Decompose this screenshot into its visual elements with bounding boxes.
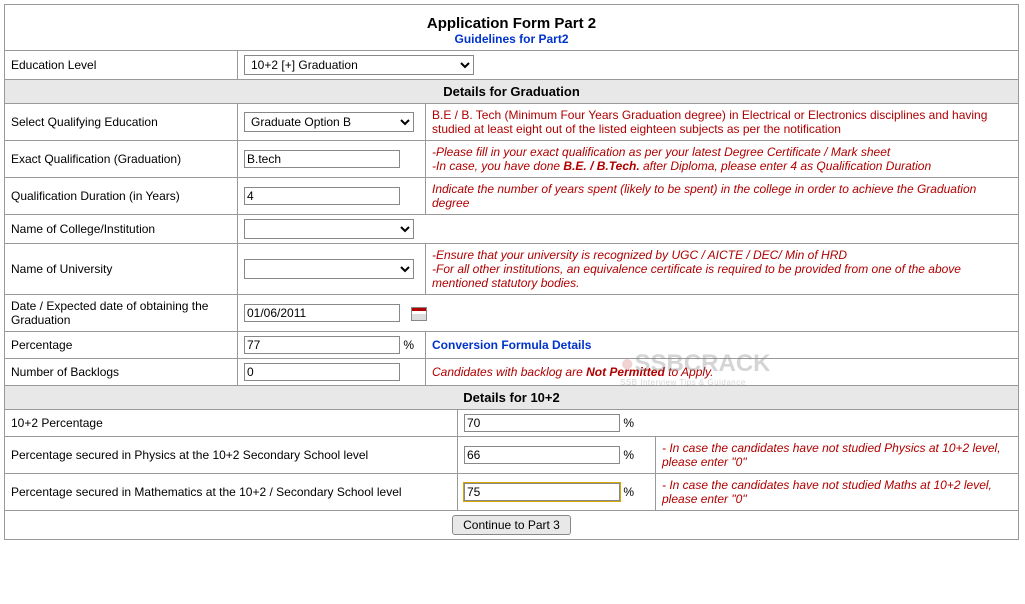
university-select[interactable]: [244, 259, 414, 279]
tenplus2-section-header: Details for 10+2: [5, 386, 1019, 410]
exact-qualification-hint: -Please fill in your exact qualification…: [426, 141, 1019, 178]
maths-percentage-suffix: %: [623, 485, 634, 499]
qualification-duration-input[interactable]: [244, 187, 400, 205]
college-select[interactable]: [244, 219, 414, 239]
qualification-duration-label: Qualification Duration (in Years): [5, 178, 238, 215]
calendar-icon[interactable]: [411, 307, 427, 321]
tenplus2-percentage-input[interactable]: [464, 414, 620, 432]
maths-hint: - In case the candidates have not studie…: [656, 474, 1019, 510]
physics-hint: - In case the candidates have not studie…: [656, 437, 1019, 473]
graduation-date-label: Date / Expected date of obtaining the Gr…: [5, 295, 238, 332]
guidelines-link[interactable]: Guidelines for Part2: [454, 32, 568, 46]
percentage-input[interactable]: [244, 336, 400, 354]
maths-percentage-label: Percentage secured in Mathematics at the…: [5, 474, 458, 510]
tenplus2-percentage-suffix: %: [623, 416, 634, 430]
percentage-label: Percentage: [5, 332, 238, 359]
backlogs-hint: Candidates with backlog are Not Permitte…: [426, 359, 1019, 386]
qualifying-education-select[interactable]: Graduate Option B: [244, 112, 414, 132]
continue-button[interactable]: Continue to Part 3: [452, 515, 571, 535]
graduation-date-input[interactable]: [244, 304, 400, 322]
education-level-label: Education Level: [5, 51, 238, 80]
university-label: Name of University: [5, 244, 238, 295]
graduation-section-header: Details for Graduation: [5, 80, 1019, 104]
physics-percentage-suffix: %: [623, 448, 634, 462]
physics-percentage-label: Percentage secured in Physics at the 10+…: [5, 437, 458, 473]
education-level-select[interactable]: 10+2 [+] Graduation: [244, 55, 474, 75]
backlogs-input[interactable]: [244, 363, 400, 381]
college-label: Name of College/Institution: [5, 215, 238, 244]
percentage-suffix: %: [403, 338, 414, 352]
backlogs-label: Number of Backlogs: [5, 359, 238, 386]
conversion-formula-link[interactable]: Conversion Formula Details: [432, 338, 591, 352]
maths-percentage-input[interactable]: [464, 483, 620, 501]
qualification-duration-hint: Indicate the number of years spent (like…: [426, 178, 1019, 215]
university-hint: -Ensure that your university is recogniz…: [426, 244, 1019, 295]
qualifying-education-label: Select Qualifying Education: [5, 104, 238, 141]
page-title: Application Form Part 2: [11, 9, 1012, 32]
tenplus2-percentage-label: 10+2 Percentage: [5, 410, 458, 436]
exact-qualification-label: Exact Qualification (Graduation): [5, 141, 238, 178]
physics-percentage-input[interactable]: [464, 446, 620, 464]
exact-qualification-input[interactable]: [244, 150, 400, 168]
qualifying-education-hint: B.E / B. Tech (Minimum Four Years Gradua…: [426, 104, 1019, 141]
